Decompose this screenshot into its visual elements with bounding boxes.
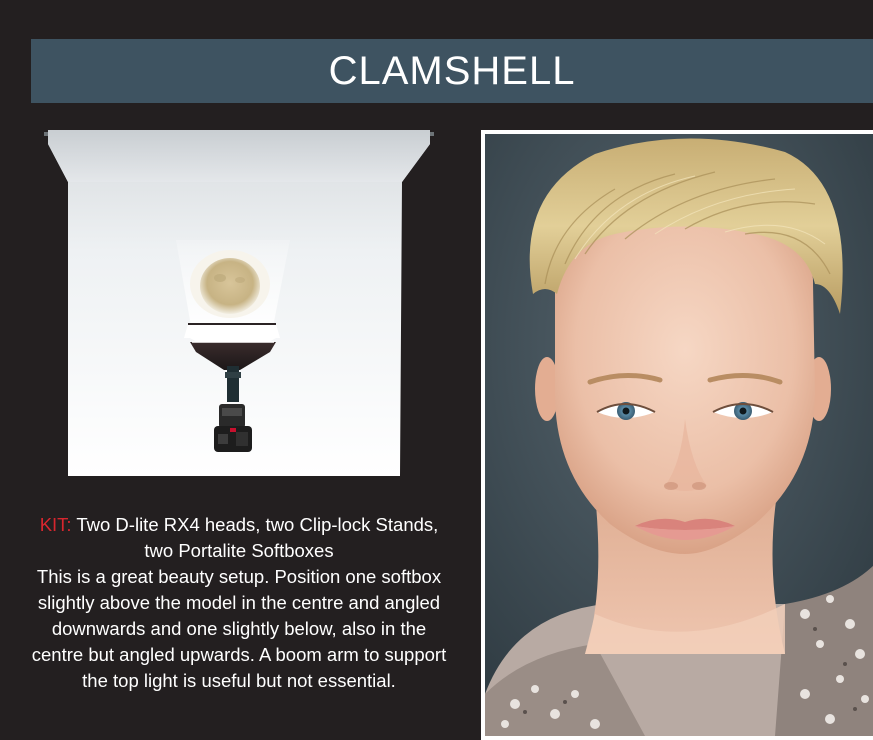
title-bar: CLAMSHELL — [31, 39, 873, 103]
kit-items: Two D-lite RX4 heads, two Clip-lock Stan… — [71, 514, 439, 561]
page-title: CLAMSHELL — [328, 48, 576, 93]
kit-body: This is a great beauty setup. Position o… — [31, 566, 447, 691]
kit-label: KIT: — [39, 514, 72, 535]
lighting-diagram — [44, 126, 440, 482]
model-head — [190, 250, 270, 318]
softbox-top — [184, 323, 280, 338]
kit-description: KIT: Two D-lite RX4 heads, two Clip-lock… — [30, 512, 448, 694]
model-photo — [481, 130, 873, 740]
